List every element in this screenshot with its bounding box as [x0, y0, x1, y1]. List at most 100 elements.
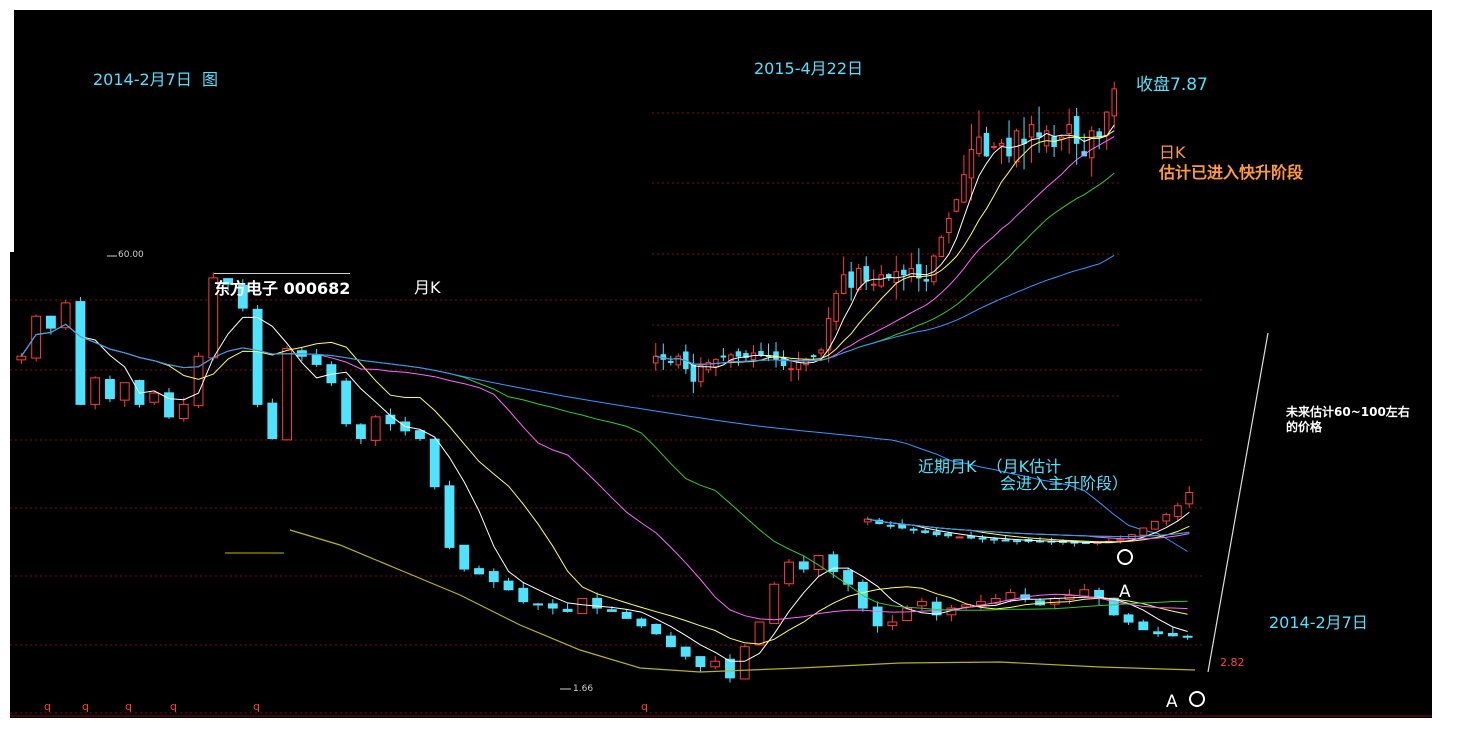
daily-candle	[690, 364, 697, 382]
daily-candle	[848, 271, 854, 288]
daily-candle	[1103, 111, 1110, 136]
monthly-candle	[355, 424, 366, 440]
daily-candle	[1036, 132, 1042, 138]
daily-candle	[991, 146, 997, 149]
daily-candle	[758, 351, 764, 356]
monthly-candle	[1138, 621, 1149, 631]
monthly-candle	[488, 571, 499, 583]
close-price-label: 收盘7.87	[1136, 75, 1208, 95]
monthly-candle	[1123, 614, 1134, 623]
monthly-candle	[1153, 631, 1164, 635]
q-marker: q	[170, 700, 177, 713]
recent-candle	[1185, 491, 1194, 505]
recent-candle	[1013, 540, 1021, 543]
monthly-candle	[45, 315, 56, 329]
daily-candle	[1088, 130, 1095, 159]
daily-candle	[878, 274, 884, 287]
recent-candle	[955, 536, 964, 539]
monthly-candle	[341, 380, 352, 425]
daily-candle	[908, 268, 915, 277]
recent-candle	[1173, 505, 1182, 517]
monthly-candle	[252, 308, 263, 405]
monthly-candle	[577, 598, 588, 615]
daily-candle	[1073, 116, 1080, 144]
q-marker: q	[253, 700, 260, 713]
monthly-candle	[710, 660, 721, 668]
daily-candle	[931, 255, 937, 283]
monthly-candle	[828, 554, 839, 572]
monthly-candle	[518, 587, 529, 603]
monthly-candle	[636, 618, 647, 627]
q-marker: q	[82, 700, 89, 713]
recent-candle	[921, 530, 930, 533]
daily-date-label: 2015-4月22日	[754, 59, 864, 78]
recent-candle	[1162, 514, 1171, 522]
daily-candle	[1066, 124, 1072, 134]
monthly-candle	[311, 355, 322, 365]
recent-candle	[978, 537, 987, 540]
daily-candle	[788, 368, 794, 371]
monthly-candle	[16, 355, 27, 361]
monthly-candle	[754, 621, 765, 646]
monthly-candle	[193, 355, 204, 407]
q-marker: q	[44, 700, 51, 713]
monthly-candle	[429, 438, 440, 488]
daily-candle	[1028, 124, 1035, 138]
recent-candle	[886, 524, 895, 527]
monthly-candle	[474, 568, 484, 575]
daily-candle	[938, 236, 945, 258]
monthly-candle	[621, 611, 632, 619]
daily-candle	[675, 355, 682, 366]
monthly-candle	[695, 656, 706, 668]
monthly-candle	[90, 377, 101, 405]
daily-candle	[968, 149, 975, 179]
daily-candle	[803, 358, 809, 366]
daily-k-note: 估计已进入快升阶段	[1159, 163, 1304, 182]
monthly-candle	[503, 580, 514, 591]
monthly-candle	[725, 658, 735, 679]
monthly-candle	[1079, 589, 1090, 597]
daily-candle	[916, 264, 922, 279]
monthly-candle	[444, 485, 455, 548]
daily-candle	[961, 174, 967, 203]
monthly-candle	[916, 601, 927, 607]
monthly-candle	[370, 416, 381, 441]
monthly-candle	[105, 379, 115, 400]
monthly-candle	[149, 392, 160, 403]
future-price-note-2: 的价格	[1286, 420, 1323, 434]
recent-candle	[990, 538, 998, 541]
daily-candle	[998, 142, 1005, 147]
daily-candle	[870, 283, 877, 286]
monthly-candle	[119, 382, 130, 401]
daily-candle	[976, 136, 982, 154]
recent-monthly-note: 会进入主升阶段）	[1000, 474, 1129, 493]
monthly-candle	[651, 623, 662, 635]
monthly-candle	[769, 583, 780, 625]
monthly-candle	[415, 430, 425, 440]
monthly-k-label: 月K	[414, 278, 441, 297]
daily-candle	[825, 318, 832, 351]
monthly-candle	[547, 603, 558, 609]
recent-candle	[944, 533, 953, 537]
daily-candle	[818, 349, 824, 354]
daily-candle	[840, 274, 847, 294]
daily-candle	[1111, 88, 1117, 117]
monthly-candle	[680, 646, 691, 657]
monthly-candle	[798, 561, 809, 570]
recent-candle	[1116, 538, 1125, 541]
monthly-candle	[784, 561, 794, 585]
daily-candle	[668, 360, 674, 363]
daily-candle	[863, 266, 869, 282]
monthly-candle	[75, 301, 86, 405]
stock-name-label: 东方电子 000682	[214, 273, 351, 299]
q-marker: q	[125, 700, 132, 713]
last-price-label: 2.82	[1220, 656, 1245, 669]
monthly-candle	[1182, 635, 1193, 638]
daily-candle	[810, 355, 817, 358]
daily-candle	[953, 199, 960, 212]
monthly-date-label: 2014-2月7日 图	[93, 70, 219, 89]
monthly-candle	[887, 621, 898, 627]
recent-candle	[1139, 527, 1148, 536]
daily-candle	[735, 351, 742, 357]
monthly-candle	[1049, 598, 1060, 605]
